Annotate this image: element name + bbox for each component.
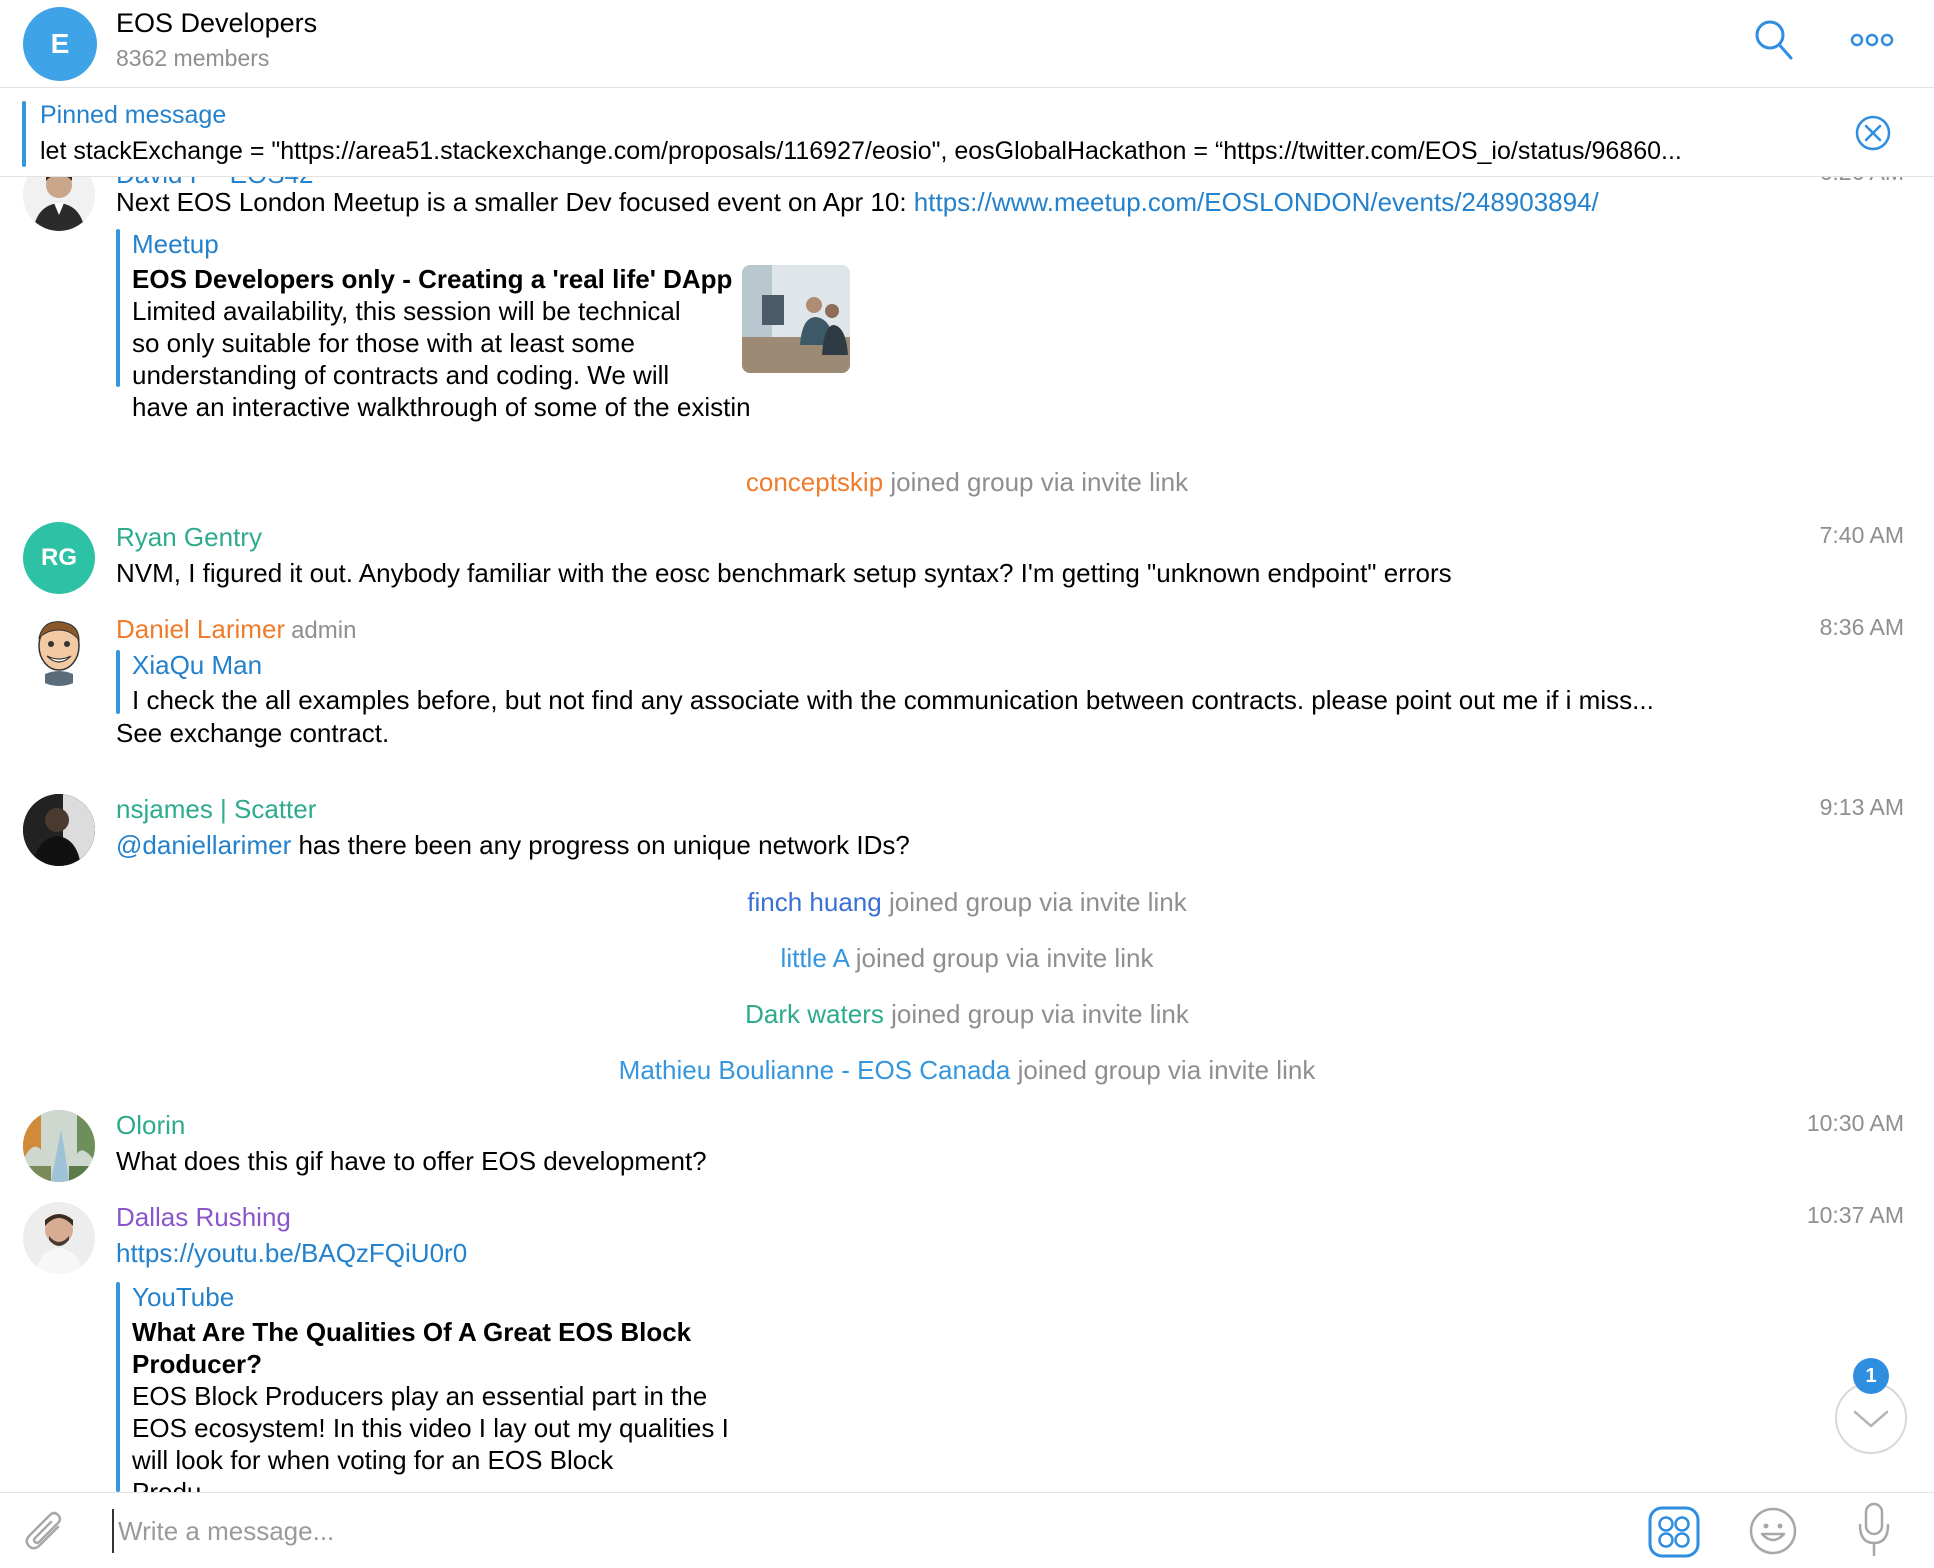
reply-text[interactable]: I check the all examples before, but not… bbox=[132, 684, 1654, 716]
link-preview-line: have an interactive walkthrough of some … bbox=[132, 392, 751, 422]
avatar-daniel[interactable] bbox=[23, 614, 95, 686]
link-preview-bar bbox=[116, 1282, 120, 1492]
pinned-text: let stackExchange = "https://area51.stac… bbox=[40, 137, 1682, 165]
chevron-down-icon bbox=[1853, 1410, 1889, 1428]
close-pinned-icon[interactable] bbox=[1855, 115, 1891, 151]
microphone-icon[interactable] bbox=[1856, 1501, 1892, 1559]
message-time: 10:37 AM bbox=[1806, 1202, 1904, 1228]
office-photo-icon bbox=[742, 265, 850, 373]
sender-name-text: Daniel Larimer bbox=[116, 614, 286, 644]
chat-header: E EOS Developers 8362 members bbox=[0, 0, 1934, 88]
emoji-icon[interactable] bbox=[1748, 1506, 1798, 1556]
message-david: David P - EOS42 6:26 AM Next EOS London … bbox=[0, 177, 1934, 459]
pinned-message-bar[interactable]: Pinned message let stackExchange = "http… bbox=[0, 89, 1934, 177]
service-action: joined group via invite link bbox=[881, 887, 1187, 917]
message-composer bbox=[0, 1492, 1934, 1568]
message-time: 7:40 AM bbox=[1819, 522, 1904, 548]
message-text: @daniellarimer has there been any progre… bbox=[116, 830, 910, 861]
link-preview-line: EOS ecosystem! In this video I lay out m… bbox=[132, 1413, 729, 1443]
unread-count-badge: 1 bbox=[1853, 1358, 1889, 1394]
message-text: NVM, I figured it out. Anybody familiar … bbox=[116, 558, 1452, 588]
more-options-icon[interactable] bbox=[1850, 28, 1894, 52]
message-text: What does this gif have to offer EOS dev… bbox=[116, 1146, 707, 1176]
pinned-accent-bar bbox=[22, 101, 26, 167]
link-preview-site[interactable]: Meetup bbox=[132, 229, 219, 260]
sender-name[interactable]: Ryan Gentry bbox=[116, 522, 262, 553]
service-action: joined group via invite link bbox=[848, 943, 1154, 973]
joined-user-name[interactable]: Dark waters bbox=[745, 999, 884, 1029]
message-olorin: Olorin 10:30 AM What does this gif have … bbox=[0, 1110, 1934, 1190]
person-photo-icon bbox=[23, 1202, 95, 1274]
pinned-title: Pinned message bbox=[40, 101, 227, 129]
youtube-link[interactable]: https://youtu.be/BAQzFQiU0r0 bbox=[116, 1238, 467, 1269]
avatar-dallas[interactable] bbox=[23, 1202, 95, 1274]
avatar-david[interactable] bbox=[23, 177, 95, 231]
service-message: Dark waters joined group via invite link bbox=[0, 999, 1934, 1030]
message-time: 6:26 AM bbox=[1820, 177, 1904, 186]
service-action: joined group via invite link bbox=[883, 467, 1189, 497]
message-nsjames: nsjames | Scatter 9:13 AM @daniellarimer… bbox=[0, 794, 1934, 874]
sender-name[interactable]: Olorin bbox=[116, 1110, 185, 1141]
joined-user-name[interactable]: finch huang bbox=[747, 887, 881, 917]
sticker-icon[interactable] bbox=[1648, 1506, 1700, 1558]
message-body: has there been any progress on unique ne… bbox=[291, 830, 910, 860]
link-preview-line: will look for when voting for an EOS Blo… bbox=[132, 1445, 614, 1475]
cartoon-avatar-icon bbox=[23, 614, 95, 686]
avatar-nsjames[interactable] bbox=[23, 794, 95, 866]
telegram-app: E EOS Developers 8362 members Pinned mes… bbox=[0, 0, 1934, 1568]
message-daniel: Daniel Larimer admin 8:36 AM XiaQu Man I … bbox=[0, 614, 1934, 754]
message-text: See exchange contract. bbox=[116, 718, 390, 748]
message-time: 10:30 AM bbox=[1806, 1110, 1904, 1136]
admin-badge: admin bbox=[291, 617, 357, 644]
link-preview-bar bbox=[116, 229, 120, 387]
link-preview-title: EOS Developers only - Creating a 'real l… bbox=[132, 264, 733, 294]
mention-link[interactable]: @daniellarimer bbox=[116, 830, 291, 860]
joined-user-name[interactable]: Mathieu Boulianne - EOS Canada bbox=[619, 1055, 1011, 1085]
person-photo-icon bbox=[23, 794, 95, 866]
link-preview-line: so only suitable for those with at least… bbox=[132, 328, 635, 358]
link-preview-title: Producer? bbox=[132, 1349, 263, 1379]
joined-user-name[interactable]: little A bbox=[781, 943, 849, 973]
service-action: joined group via invite link bbox=[1010, 1055, 1316, 1085]
search-icon[interactable] bbox=[1754, 18, 1794, 62]
reply-bar bbox=[116, 650, 120, 714]
message-time: 8:36 AM bbox=[1819, 614, 1904, 640]
link-preview-thumbnail[interactable] bbox=[742, 265, 850, 373]
avatar-ryan[interactable]: RG bbox=[23, 522, 95, 594]
reply-author[interactable]: XiaQu Man bbox=[132, 650, 262, 681]
service-message: finch huang joined group via invite link bbox=[0, 887, 1934, 918]
avatar-olorin[interactable] bbox=[23, 1110, 95, 1182]
meetup-link[interactable]: https://www.meetup.com/EOSLONDON/events/… bbox=[914, 187, 1599, 217]
message-input[interactable] bbox=[112, 1509, 1612, 1553]
link-preview-line: Produ... bbox=[132, 1477, 224, 1492]
link-preview-title: What Are The Qualities Of A Great EOS Bl… bbox=[132, 1317, 692, 1347]
service-action: joined group via invite link bbox=[883, 999, 1189, 1029]
service-message: conceptskip joined group via invite link bbox=[0, 467, 1934, 498]
link-preview-line: understanding of contracts and coding. W… bbox=[132, 360, 670, 390]
message-dallas: Dallas Rushing 10:37 AM https://youtu.be… bbox=[0, 1202, 1934, 1492]
message-ryan: RG Ryan Gentry 7:40 AM NVM, I figured it… bbox=[0, 522, 1934, 602]
sender-name[interactable]: Dallas Rushing bbox=[116, 1202, 291, 1233]
group-title[interactable]: EOS Developers bbox=[116, 8, 317, 39]
message-body: Next EOS London Meetup is a smaller Dev … bbox=[116, 187, 914, 217]
message-text: Next EOS London Meetup is a smaller Dev … bbox=[116, 187, 1599, 218]
landscape-photo-icon bbox=[23, 1110, 95, 1182]
member-count: 8362 members bbox=[116, 45, 270, 71]
sender-name[interactable]: Daniel Larimer admin bbox=[116, 614, 356, 645]
service-message: Mathieu Boulianne - EOS Canada joined gr… bbox=[0, 1055, 1934, 1086]
message-list[interactable]: David P - EOS42 6:26 AM Next EOS London … bbox=[0, 177, 1934, 1492]
group-avatar[interactable]: E bbox=[23, 7, 97, 81]
paperclip-icon[interactable] bbox=[22, 1507, 68, 1557]
link-preview-site[interactable]: YouTube bbox=[132, 1282, 234, 1313]
sender-name[interactable]: nsjames | Scatter bbox=[116, 794, 316, 825]
service-message: little A joined group via invite link bbox=[0, 943, 1934, 974]
joined-user-name[interactable]: conceptskip bbox=[746, 467, 883, 497]
person-photo-icon bbox=[23, 177, 95, 231]
message-time: 9:13 AM bbox=[1819, 794, 1904, 820]
link-preview-line: Limited availability, this session will … bbox=[132, 296, 681, 326]
link-preview-line: EOS Block Producers play an essential pa… bbox=[132, 1381, 708, 1411]
